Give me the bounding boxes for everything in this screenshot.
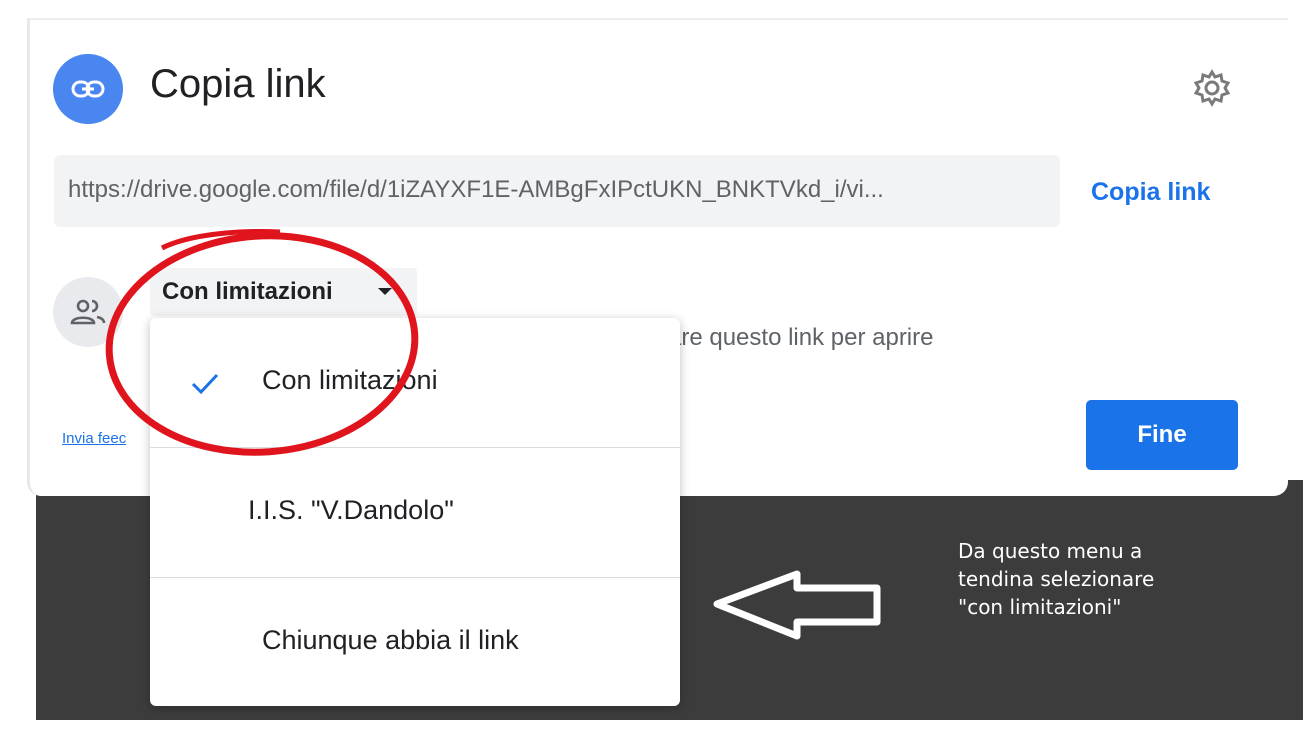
left-arrow-icon [713,570,881,640]
gear-icon[interactable] [1190,66,1234,110]
menu-item-organization[interactable]: I.I.S. "V.Dandolo" [150,448,680,576]
send-feedback-link[interactable]: Invia feec [62,430,126,447]
annotation-line: tendina selezionare [958,567,1155,591]
dialog-title: Copia link [150,62,326,106]
link-icon [53,54,123,124]
menu-item-anyone-with-link[interactable]: Chiunque abbia il link [150,578,680,706]
menu-item-label: I.I.S. "V.Dandolo" [248,495,454,525]
annotation-line: Da questo menu a [958,539,1143,563]
copy-link-button[interactable]: Copia link [1091,178,1210,207]
access-dropdown[interactable]: Con limitazioni [150,268,417,316]
check-icon [191,373,219,395]
menu-item-label: Con limitazioni [262,365,438,395]
access-description: are questo link per aprire [668,324,934,351]
caret-down-icon [378,288,392,295]
url-field[interactable]: https://drive.google.com/file/d/1iZAYXF1… [54,155,1060,227]
access-menu: Con limitazioni I.I.S. "V.Dandolo" Chiun… [150,318,680,706]
annotation-text: Da questo menu a tendina selezionare "co… [958,537,1258,621]
people-icon [53,277,123,347]
access-dropdown-label: Con limitazioni [162,278,333,305]
url-text: https://drive.google.com/file/d/1iZAYXF1… [68,176,884,203]
annotation-line: "con limitazioni" [958,595,1122,619]
menu-item-restricted[interactable]: Con limitazioni [150,318,680,446]
done-button[interactable]: Fine [1086,400,1238,470]
menu-item-label: Chiunque abbia il link [262,625,519,655]
